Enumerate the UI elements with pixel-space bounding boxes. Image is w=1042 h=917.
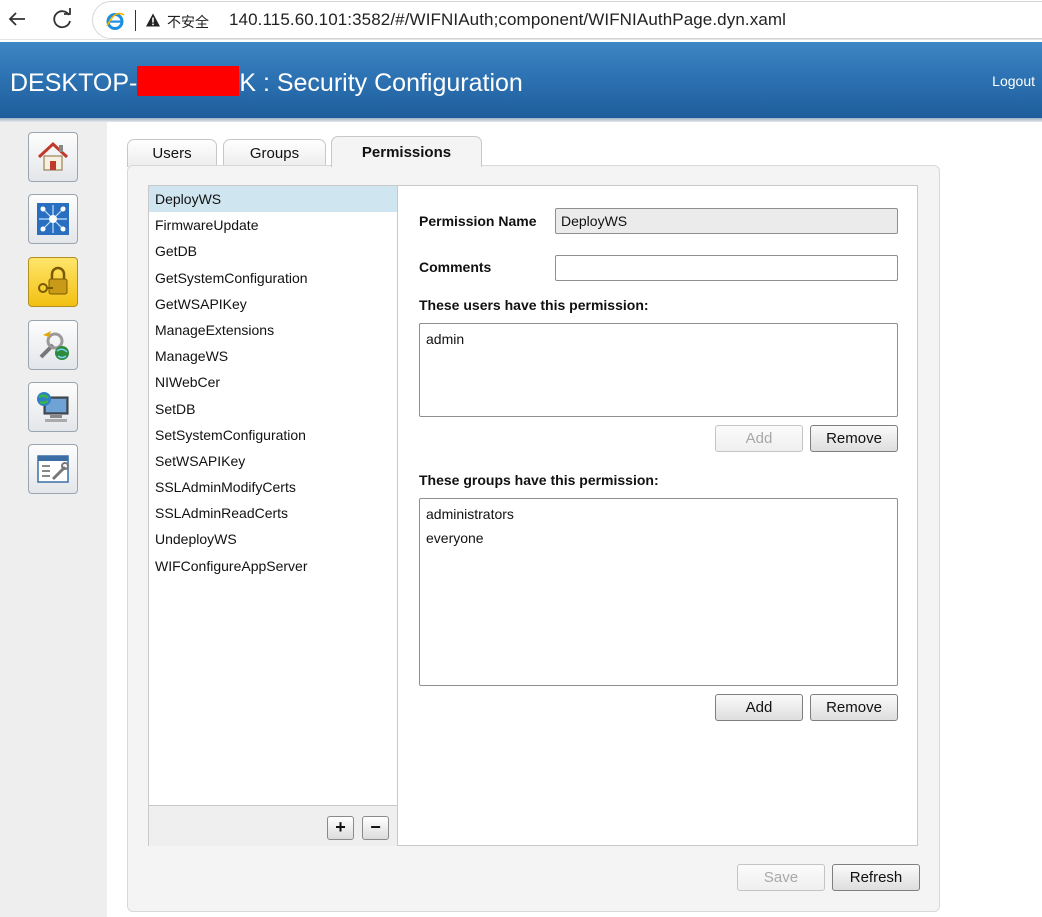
- app-header: DESKTOP- K : Security Configuration Logou…: [0, 42, 1042, 118]
- list-item[interactable]: SetWSAPIKey: [149, 448, 397, 474]
- reload-icon: [53, 8, 71, 29]
- page-title: DESKTOP- K : Security Configuration: [10, 66, 523, 98]
- reload-button[interactable]: [47, 4, 77, 34]
- system-settings-icon: [37, 455, 69, 483]
- list-item[interactable]: SSLAdminModifyCerts: [149, 474, 397, 500]
- users-section-label: These users have this permission:: [419, 297, 649, 313]
- remove-permission-button[interactable]: −: [362, 816, 389, 840]
- comments-field[interactable]: [555, 255, 898, 281]
- permission-name-field[interactable]: DeployWS: [555, 208, 898, 234]
- remote-computer-icon: [37, 392, 69, 422]
- home-button[interactable]: [28, 132, 78, 182]
- permission-list-toolbar: + −: [149, 805, 398, 846]
- network-icon: [37, 203, 69, 235]
- security-warning-text[interactable]: 不安全: [167, 12, 209, 32]
- add-user-button[interactable]: Add: [715, 425, 803, 452]
- software-tools-icon: [39, 331, 69, 360]
- url-text[interactable]: 140.115.60.101:3582/#/WIFNIAuth;componen…: [229, 10, 786, 30]
- list-item[interactable]: FirmwareUpdate: [149, 212, 397, 238]
- refresh-button[interactable]: Refresh: [832, 864, 920, 891]
- address-separator: [135, 10, 136, 31]
- home-icon: [37, 141, 69, 171]
- browser-toolbar: 不安全 140.115.60.101:3582/#/WIFNIAuth;comp…: [0, 0, 1042, 40]
- header-divider: [0, 118, 1042, 122]
- list-item[interactable]: GetDB: [149, 238, 397, 264]
- groups-section-label: These groups have this permission:: [419, 472, 659, 488]
- tab-permissions[interactable]: Permissions: [331, 136, 482, 167]
- tab-groups[interactable]: Groups: [223, 139, 326, 167]
- list-item[interactable]: GetWSAPIKey: [149, 291, 397, 317]
- groups-listbox[interactable]: administrators everyone: [419, 498, 898, 686]
- ie-icon: [106, 12, 125, 30]
- title-suffix: K : Security Configuration: [239, 69, 523, 97]
- side-rail: [0, 122, 107, 917]
- comments-label: Comments: [419, 259, 492, 275]
- list-item[interactable]: SetDB: [149, 396, 397, 422]
- title-prefix: DESKTOP-: [10, 69, 138, 97]
- list-item[interactable]: admin: [420, 327, 897, 351]
- network-button[interactable]: [28, 194, 78, 244]
- list-item[interactable]: SetSystemConfiguration: [149, 422, 397, 448]
- add-permission-button[interactable]: +: [327, 816, 354, 840]
- back-arrow-icon: [8, 12, 25, 26]
- remove-group-button[interactable]: Remove: [810, 694, 898, 721]
- permission-list[interactable]: DeployWS FirmwareUpdate GetDB GetSystemC…: [149, 186, 398, 805]
- permission-name-label: Permission Name: [419, 213, 537, 229]
- permissions-content: DeployWS FirmwareUpdate GetDB GetSystemC…: [148, 185, 918, 846]
- list-item[interactable]: ManageWS: [149, 343, 397, 369]
- software-button[interactable]: [28, 320, 78, 370]
- list-item[interactable]: administrators: [420, 502, 897, 526]
- add-group-button[interactable]: Add: [715, 694, 803, 721]
- redaction-box: [137, 66, 240, 96]
- list-item[interactable]: GetSystemConfiguration: [149, 265, 397, 291]
- back-button[interactable]: [2, 4, 32, 34]
- users-listbox[interactable]: admin: [419, 323, 898, 417]
- security-button[interactable]: [28, 257, 78, 307]
- list-item[interactable]: NIWebCer: [149, 369, 397, 395]
- list-item[interactable]: everyone: [420, 526, 897, 550]
- remote-systems-button[interactable]: [28, 382, 78, 432]
- save-button[interactable]: Save: [737, 864, 825, 891]
- list-item[interactable]: WIFConfigureAppServer: [149, 553, 397, 579]
- security-lock-icon: [38, 266, 68, 295]
- tab-users[interactable]: Users: [127, 139, 217, 167]
- remove-user-button[interactable]: Remove: [810, 425, 898, 452]
- address-bar[interactable]: 不安全 140.115.60.101:3582/#/WIFNIAuth;comp…: [92, 1, 1042, 39]
- warning-icon[interactable]: [145, 12, 161, 28]
- list-item[interactable]: ManageExtensions: [149, 317, 397, 343]
- list-item[interactable]: SSLAdminReadCerts: [149, 500, 397, 526]
- logout-link[interactable]: Logout: [992, 73, 1035, 89]
- list-item[interactable]: DeployWS: [149, 186, 397, 213]
- list-item[interactable]: UndeployWS: [149, 526, 397, 552]
- system-settings-button[interactable]: [28, 444, 78, 494]
